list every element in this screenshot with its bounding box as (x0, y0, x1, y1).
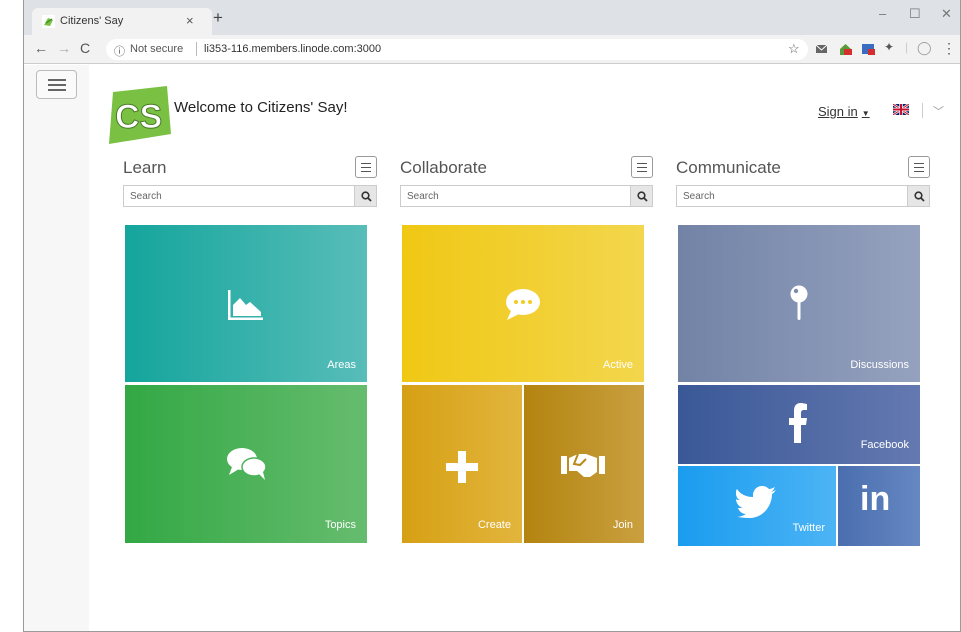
browser-window: Citizens' Say × + – ☐ ✕ ← → C ⓘ Not secu… (23, 0, 961, 632)
twitter-tile[interactable]: Twitter (678, 466, 836, 546)
calendar-extension-icon[interactable] (862, 43, 875, 55)
search-icon (361, 191, 372, 202)
new-tab-button[interactable]: + (213, 9, 223, 26)
info-icon[interactable]: ⓘ (114, 43, 125, 59)
collaborate-search-button[interactable] (631, 185, 653, 207)
collaborate-title: Collaborate (400, 158, 487, 177)
learn-search-input[interactable] (124, 186, 354, 206)
uk-flag-icon[interactable] (893, 104, 909, 115)
security-status: Not secure (130, 43, 184, 55)
learn-search-field[interactable] (123, 185, 355, 207)
join-tile[interactable]: Join (524, 385, 644, 543)
learn-menu-button[interactable] (355, 156, 377, 178)
sign-in-link[interactable]: Sign in ▼ (818, 104, 870, 119)
area-chart-icon (228, 290, 263, 320)
discussions-label: Discussions (850, 359, 909, 371)
page-content: CS Welcome to Citizens' Say! Sign in ▼ ﹀ … (24, 65, 960, 631)
communicate-search-button[interactable] (908, 185, 930, 207)
mail-extension-icon[interactable] (815, 43, 828, 55)
logo-text: CS (115, 98, 162, 136)
reload-icon[interactable]: C (80, 40, 90, 56)
communicate-search-field[interactable] (676, 185, 908, 207)
comment-dots-icon (506, 289, 540, 320)
areas-tile[interactable]: Areas (125, 225, 367, 382)
caret-down-icon: ▼ (861, 109, 870, 118)
collaborate-search-field[interactable] (400, 185, 631, 207)
discussions-tile[interactable]: Discussions (678, 225, 920, 382)
citizens-say-favicon-icon (42, 15, 55, 28)
chevron-down-icon[interactable]: ﹀ (933, 103, 944, 119)
sidebar (24, 65, 89, 631)
address-bar[interactable]: ⓘ Not secure li353-116.members.linode.co… (106, 39, 808, 60)
active-tile[interactable]: Active (402, 225, 644, 382)
twitter-label: Twitter (792, 522, 825, 534)
language-divider (922, 103, 923, 118)
minimize-button[interactable]: – (879, 6, 886, 21)
linkedin-icon: in (860, 480, 891, 518)
profile-icon[interactable]: ◯ (917, 40, 932, 56)
communicate-menu-button[interactable] (908, 156, 930, 178)
browser-tab[interactable]: Citizens' Say × (32, 8, 212, 35)
bookmark-star-icon[interactable]: ☆ (788, 41, 800, 57)
plus-icon (446, 451, 478, 483)
active-label: Active (603, 359, 633, 371)
topics-tile[interactable]: Topics (125, 385, 367, 543)
url-text[interactable]: li353-116.members.linode.com:3000 (204, 43, 381, 55)
maximize-button[interactable]: ☐ (909, 6, 921, 22)
search-icon (637, 191, 648, 202)
search-icon (914, 191, 925, 202)
comments-icon (227, 448, 267, 480)
close-window-button[interactable]: ✕ (941, 6, 952, 22)
join-label: Join (612, 519, 633, 531)
handshake-icon (561, 453, 605, 477)
create-label: Create (477, 519, 511, 531)
forward-arrow-icon[interactable]: → (57, 40, 71, 56)
welcome-title: Welcome to Citizens' Say! (174, 99, 348, 116)
more-options-icon[interactable]: ⋮ (942, 40, 956, 57)
learn-search-button[interactable] (355, 185, 377, 207)
twitter-icon (736, 486, 776, 518)
pin-extension-icon[interactable]: ✦ (884, 40, 894, 54)
facebook-label: Facebook (860, 439, 909, 451)
browser-toolbar: ← → C ⓘ Not secure li353-116.members.lin… (24, 35, 960, 64)
citizens-say-logo: CS (109, 86, 171, 144)
tab-close-icon[interactable]: × (186, 13, 194, 28)
collaborate-search-input[interactable] (401, 186, 630, 206)
communicate-search-input[interactable] (677, 186, 907, 206)
toolbar-divider: | (905, 40, 909, 54)
back-arrow-icon[interactable]: ← (34, 40, 48, 56)
map-pin-icon (790, 285, 808, 320)
create-tile[interactable]: Create (402, 385, 522, 543)
tab-strip: Citizens' Say × + – ☐ ✕ (24, 0, 960, 35)
hamburger-menu-button[interactable] (36, 70, 77, 99)
tab-title: Citizens' Say (60, 15, 124, 27)
learn-title: Learn (123, 158, 167, 177)
sign-in-label: Sign in (818, 104, 858, 119)
topics-label: Topics (324, 519, 356, 531)
communicate-title: Communicate (676, 158, 781, 177)
home-extension-icon[interactable] (839, 43, 852, 55)
collaborate-menu-button[interactable] (631, 156, 653, 178)
facebook-icon (789, 403, 807, 443)
linkedin-tile[interactable]: in (838, 466, 920, 546)
facebook-tile[interactable]: Facebook (678, 385, 920, 464)
url-divider (196, 42, 197, 56)
areas-label: Areas (327, 359, 356, 371)
